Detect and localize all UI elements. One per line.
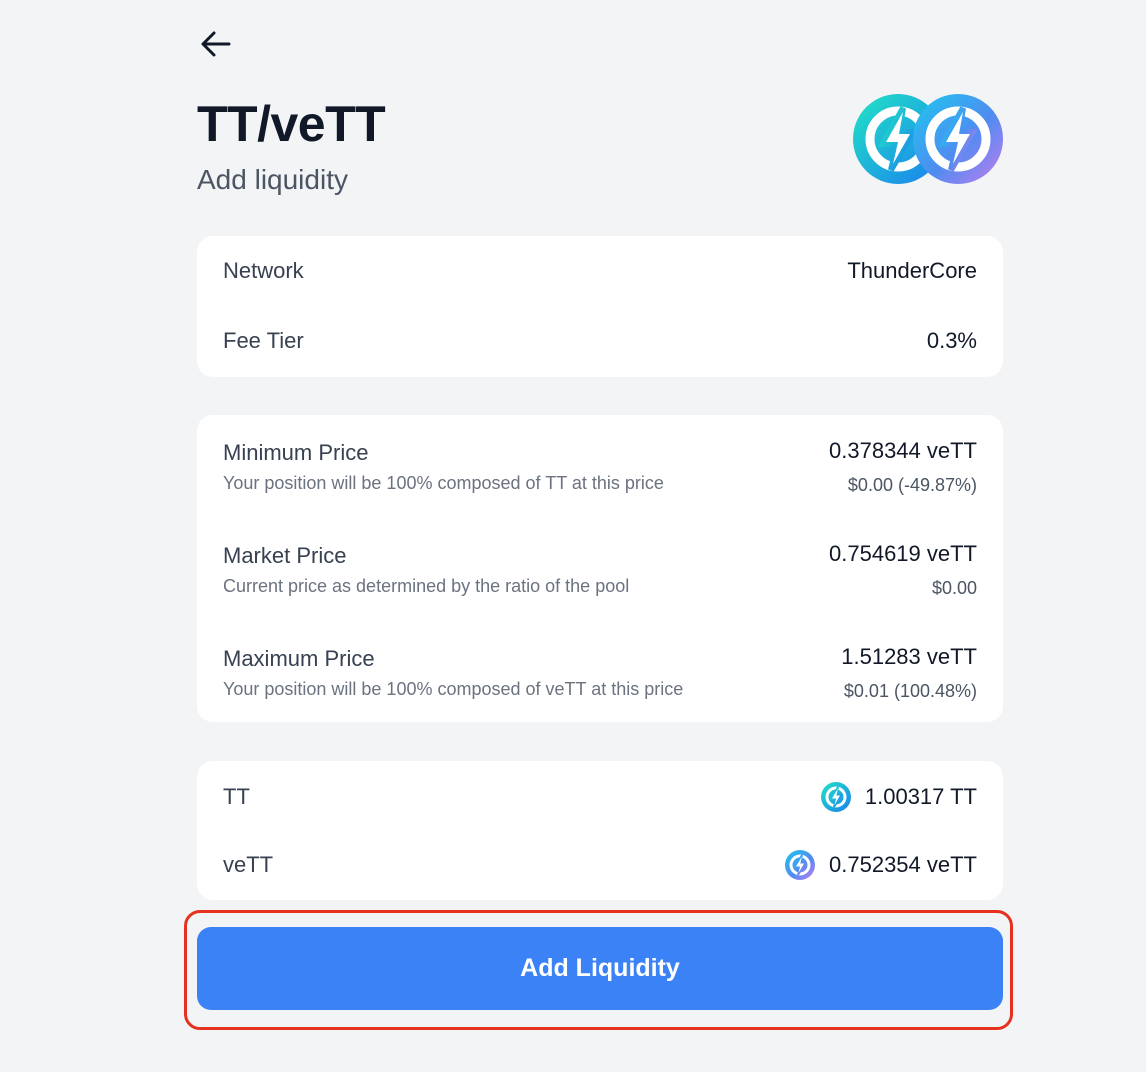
minimum-price-row: Minimum Price Your position will be 100%…	[223, 429, 977, 499]
minimum-price-usd: $0.00 (-49.87%)	[847, 475, 977, 495]
tt-amount-value: 1.00317 TT	[864, 784, 977, 809]
page-title: TT/veTT	[197, 96, 386, 152]
vett-amount-value: 0.752354 veTT	[829, 852, 977, 877]
add-liquidity-button[interactable]: Add Liquidity	[197, 927, 1003, 1010]
maximum-price-row: Maximum Price Your position will be 100%…	[223, 635, 977, 705]
vett-token-label: veTT	[223, 852, 274, 877]
maximum-price-label: Maximum Price	[223, 646, 375, 671]
maximum-price-description: Your position will be 100% composed of v…	[223, 679, 684, 699]
token-pair-logos	[853, 94, 1003, 186]
tt-token-icon	[820, 782, 851, 812]
price-range-card: Minimum Price Your position will be 100%…	[197, 415, 1003, 722]
pool-details-card: Network ThunderCore Fee Tier 0.3%	[197, 236, 1003, 377]
market-price-usd: $0.00	[931, 578, 977, 598]
tt-amount-row: TT 1.00317 TT	[223, 781, 977, 813]
back-button[interactable]	[197, 26, 235, 62]
vett-amount-row: veTT 0.752354 veTT	[223, 849, 977, 881]
minimum-price-value: 0.378344 veTT	[829, 438, 977, 463]
fee-tier-label: Fee Tier	[223, 328, 304, 353]
minimum-price-label: Minimum Price	[223, 440, 369, 465]
maximum-price-usd: $0.01 (100.48%)	[843, 681, 977, 701]
vett-token-icon	[785, 850, 816, 880]
market-price-value: 0.754619 veTT	[829, 541, 977, 566]
arrow-left-icon	[201, 31, 231, 57]
page-subtitle: Add liquidity	[197, 164, 348, 195]
market-price-label: Market Price	[223, 543, 347, 568]
market-price-row: Market Price Current price as determined…	[223, 532, 977, 602]
deposit-amounts-card: TT 1.00317 TT veTT 0.752354 veTT	[197, 761, 1003, 900]
vett-logo-icon	[913, 94, 1003, 184]
minimum-price-description: Your position will be 100% composed of T…	[223, 473, 664, 493]
network-value: ThunderCore	[847, 258, 977, 283]
tt-token-label: TT	[223, 784, 250, 809]
fee-tier-row: Fee Tier 0.3%	[223, 326, 977, 356]
network-row: Network ThunderCore	[223, 256, 977, 286]
market-price-description: Current price as determined by the ratio…	[223, 576, 630, 596]
fee-tier-value: 0.3%	[926, 328, 977, 353]
network-label: Network	[223, 258, 304, 283]
maximum-price-value: 1.51283 veTT	[841, 644, 977, 669]
